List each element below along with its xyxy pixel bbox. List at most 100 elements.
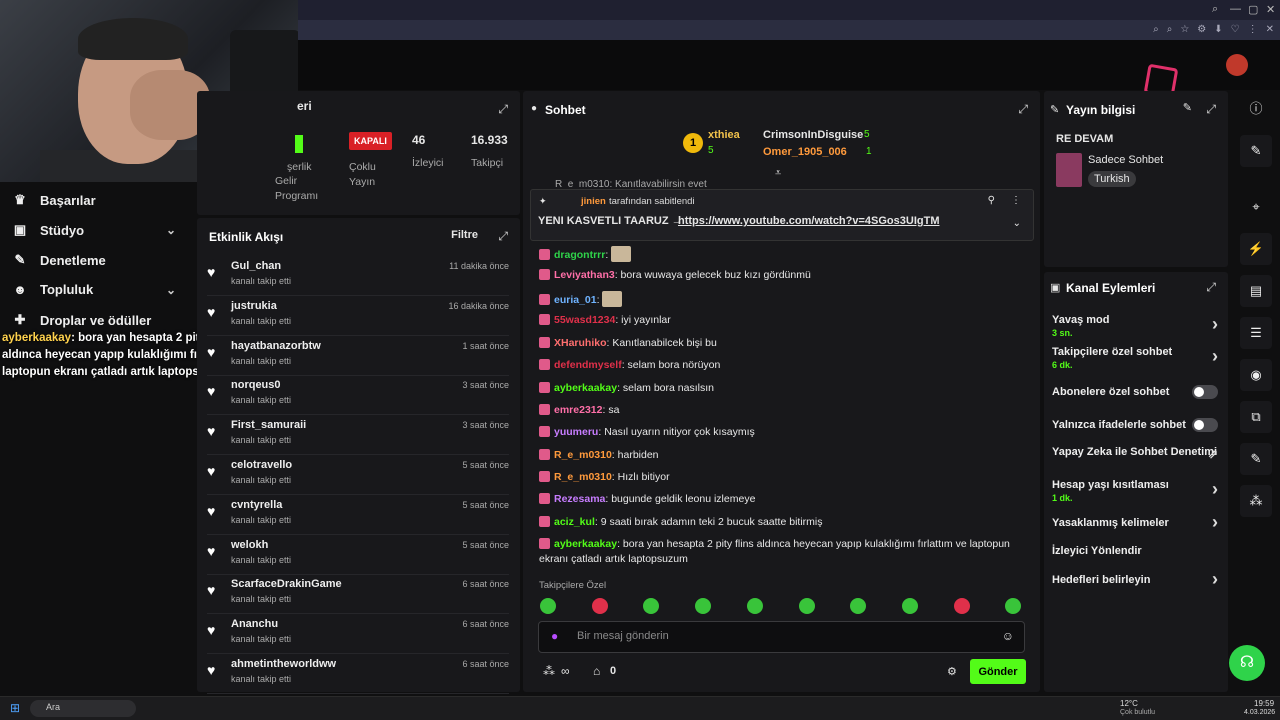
channel-action-item[interactable]: Takipçilere özel sohbet 6 dk. › [1052,346,1220,372]
broadcast-icon[interactable]: ◉ [1240,359,1272,391]
emote-icon[interactable] [1005,598,1022,614]
activity-user[interactable]: ahmetintheworldww [231,658,336,670]
points-icon[interactable]: ⁂ [1240,485,1272,517]
toggle-switch[interactable] [1192,418,1218,432]
activity-user[interactable]: welokh [231,539,268,551]
pinned-by-user[interactable]: jinien [581,196,606,207]
edit-icon[interactable]: ✎ [1183,101,1192,114]
support-button[interactable]: ☊ [1229,645,1265,681]
lightning-icon[interactable]: ⚡ [1240,233,1272,265]
expand-icon[interactable]: ⤢ [1206,280,1216,295]
mic-icon[interactable]: ● [551,629,558,643]
chevron-right-icon[interactable]: › [1212,347,1218,365]
activity-row[interactable]: ♥ cvntyrella kanalı takip etti 5 saat önce [207,497,509,535]
activity-row[interactable]: ♥ Gul_chan kanalı takip etti 11 dakika önce [207,258,509,296]
windows-icon[interactable]: ⊞ [10,701,20,715]
channel-action-item[interactable]: İzleyici Yönlendir [1052,545,1220,558]
chat-username[interactable]: Leviyathan3 [554,269,615,281]
category-thumbnail[interactable] [1056,153,1082,187]
closed-badge[interactable]: KAPALI [349,132,392,150]
activity-user[interactable]: cvntyrella [231,499,282,511]
leader-third-name[interactable]: Omer_1905_006 [763,146,847,158]
send-button[interactable]: Gönder [970,659,1026,684]
chat-username[interactable]: R_e_m0310 [554,449,612,461]
sidebar-item-0[interactable]: ♛ Başarılar [12,192,95,208]
unpin-icon[interactable]: ⚲ [988,195,995,206]
chevron-down-icon[interactable]: ⌄ [1013,218,1021,229]
emoji-icon[interactable]: ☺ [1002,629,1014,643]
leader-second-name[interactable]: CrimsonInDisguise [763,129,863,141]
chevron-down-icon[interactable]: ⌄ [166,283,176,297]
channel-action-item[interactable]: Abonelere özel sohbet [1052,385,1220,399]
activity-row[interactable]: ♥ welokh kanalı takip etti 5 saat önce [207,537,509,575]
emote-icon[interactable] [953,598,970,614]
more-icon[interactable]: ⋮ [1011,195,1021,206]
activity-user[interactable]: First_samuraii [231,419,306,431]
expand-icon[interactable]: ⤢ [1018,102,1028,117]
chat-username[interactable]: euria_01 [554,294,597,306]
channel-action-item[interactable]: Yapay Zeka ile Sohbet Denetimi ⇗ [1052,446,1220,461]
activity-row[interactable]: ♥ justrukia kanalı takip etti 16 dakika önc… [207,298,509,336]
channel-action-item[interactable]: Yavaş mod 3 sn. › [1052,314,1220,340]
chevron-right-icon[interactable]: › [1212,513,1218,531]
filter-button[interactable]: Filtre [451,229,478,241]
activity-row[interactable]: ♥ Ananchu kanalı takip etti 6 saat önce [207,616,509,655]
activity-user[interactable]: norqeus0 [231,379,281,391]
chevron-right-icon[interactable]: › [1212,480,1218,498]
emote-icon[interactable] [850,598,867,614]
edit-icon[interactable]: ✎ [1240,135,1272,167]
wrench-icon[interactable]: ✎ [1240,443,1272,475]
activity-user[interactable]: celotravello [231,459,292,471]
channel-action-item[interactable]: Hedefleri belirleyin › [1052,570,1220,588]
maximize-icon[interactable]: ▢ [1248,3,1258,16]
taskbar-search[interactable]: Ara [30,700,136,717]
target-icon[interactable]: ⌖ [1240,191,1272,223]
chat-username[interactable]: 55wasd1234 [554,314,615,326]
activity-row[interactable]: ♥ First_samuraii kanalı takip etti 3 saat ö… [207,417,509,456]
chat-username[interactable]: dragontrrr [554,249,605,261]
expand-icon[interactable]: ⤢ [1206,102,1216,117]
sidebar-item-4[interactable]: ✚ Droplar ve ödüller [12,312,152,328]
activity-row[interactable]: ♥ ahmetintheworldww kanalı takip etti 6 saa… [207,656,509,694]
layout-icon[interactable]: ⧉ [1240,401,1272,433]
external-link-icon[interactable]: ⇗ [1208,448,1218,461]
emote-icon[interactable] [901,598,918,614]
chat-username[interactable]: Rezesama [554,493,605,505]
chat-username[interactable]: aciz_kul [554,516,595,528]
settings-icon[interactable]: ⚙ [947,665,957,678]
activity-row[interactable]: ♥ hayatbanazorbtw kanalı takip etti 1 saat … [207,338,509,376]
emote-icon[interactable] [540,598,556,614]
channel-action-item[interactable]: Yasaklanmış kelimeler › [1052,513,1220,531]
expand-icon[interactable]: ⤢ [498,229,508,244]
activity-user[interactable]: Ananchu [231,618,278,630]
activity-row[interactable]: ♥ celotravello kanalı takip etti 5 saat önc… [207,457,509,495]
emote-icon[interactable] [695,598,712,614]
activity-row[interactable]: ♥ norqeus0 kanalı takip etti 3 saat önce [207,377,509,416]
chat-username[interactable]: defendmyself [554,359,622,371]
chest-icon[interactable]: ⌂ [593,664,600,678]
category-name[interactable]: Sadece Sohbet [1088,154,1163,166]
chevron-down-icon[interactable]: ⌄ [166,223,176,237]
avatar[interactable] [1226,54,1248,76]
chevron-right-icon[interactable]: › [1212,315,1218,333]
activity-user[interactable]: ScarfaceDrakinGame [231,578,342,590]
chat-username[interactable]: XHaruhiko [554,337,607,349]
chat-username[interactable]: emre2312 [554,404,602,416]
chat-username[interactable]: ayberkaakay [554,382,617,394]
activity-row[interactable]: ♥ ScarfaceDrakinGame kanalı takip etti 6 sa… [207,576,509,615]
chevron-right-icon[interactable]: › [1212,570,1218,588]
minimize-icon[interactable]: — [1230,3,1241,15]
sidebar-item-1[interactable]: ▣ Stüdyo ⌄ [12,222,176,238]
pinned-link[interactable]: https://www.youtube.com/watch?v=4SGos3UI… [678,215,939,227]
emote-icon[interactable] [643,598,660,614]
activity-user[interactable]: justrukia [231,300,277,312]
sidebar-item-2[interactable]: ✎ Denetleme [12,252,106,268]
channel-action-item[interactable]: Yalnızca ifadelerle sohbet [1052,418,1220,432]
emote-icon[interactable] [591,598,608,614]
emote-icon[interactable] [746,598,763,614]
search-icon[interactable]: ⌕ [1212,3,1218,16]
collapse-icon[interactable]: ⩡ [775,167,781,180]
chat-username[interactable]: ayberkaakay [554,538,617,550]
sidebar-item-3[interactable]: ☻ Topluluk ⌄ [12,282,176,297]
leader-first-name[interactable]: xthiea [708,129,740,141]
